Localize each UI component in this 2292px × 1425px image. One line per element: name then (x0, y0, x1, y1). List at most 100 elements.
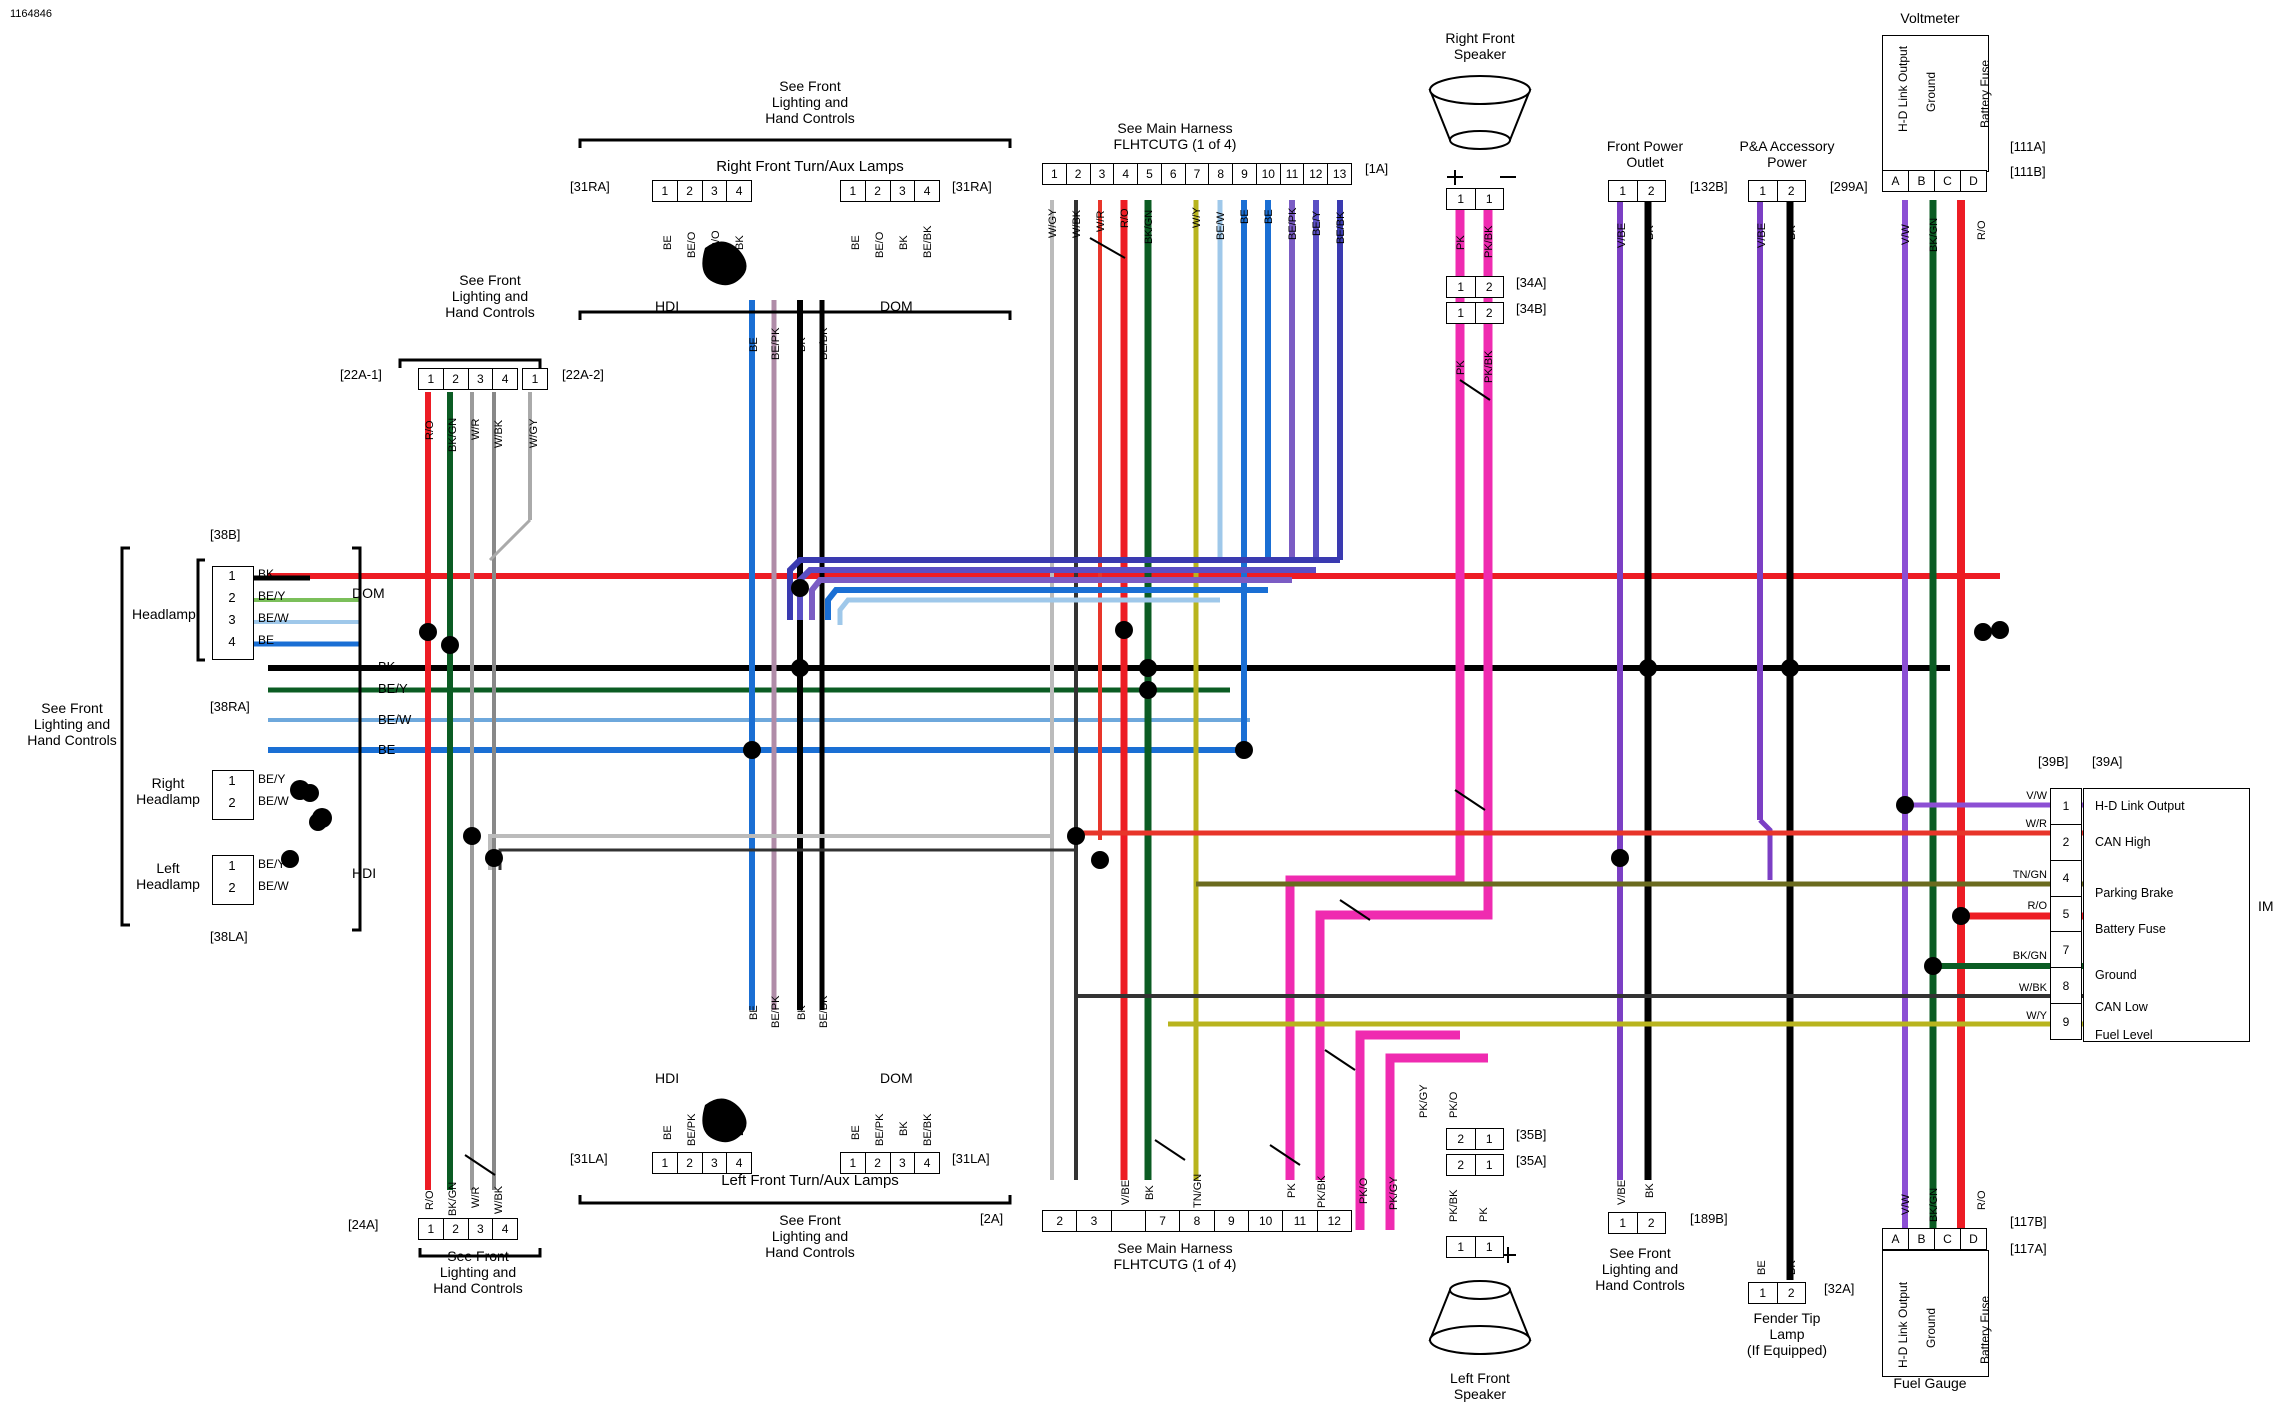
headlamp-pin-2[interactable]: 2 (212, 590, 252, 606)
mh-pin-5[interactable]: 5 (1138, 164, 1162, 184)
mhb-pin-12[interactable]: 12 (1318, 1211, 1351, 1231)
connector-35A-row[interactable]: 2 1 (1446, 1154, 1504, 1176)
mh-pin-8[interactable]: 8 (1209, 164, 1234, 184)
front-power-outlet-bottom-connector[interactable]: 1 2 (1608, 1212, 1666, 1234)
left-turn-hdi-connector[interactable]: 1 2 3 4 (652, 1152, 752, 1174)
mh-pin-1[interactable]: 1 (1043, 164, 1067, 184)
im-pin-8[interactable]: 8 (2051, 968, 2081, 1005)
fpob-pin-2[interactable]: 2 (1638, 1213, 1666, 1233)
im-pin-9[interactable]: 9 (2051, 1004, 2081, 1039)
c24a-pin-1[interactable]: 1 (419, 1219, 444, 1239)
connector-34B-row[interactable]: 1 2 (1446, 302, 1504, 324)
pa-pin-2[interactable]: 2 (1778, 181, 1806, 201)
c35b-pin-2[interactable]: 2 (1447, 1129, 1476, 1149)
c34a-pin-1[interactable]: 1 (1447, 277, 1476, 297)
c22a2-pin-1[interactable]: 1 (523, 369, 547, 389)
ft-pin-1[interactable]: 1 (1749, 1283, 1778, 1303)
front-power-outlet-connector[interactable]: 1 2 (1608, 180, 1666, 202)
speaker-right-pin-row[interactable]: 1 1 (1446, 188, 1504, 210)
mhb-pin-7[interactable]: 7 (1146, 1211, 1181, 1231)
headlamp-pin-4[interactable]: 4 (212, 634, 252, 650)
fpo-pin-1[interactable]: 1 (1609, 181, 1638, 201)
spkr-l-pin-a[interactable]: 1 (1447, 1237, 1476, 1257)
mh-pin-7[interactable]: 7 (1186, 164, 1210, 184)
main-harness-top-connector[interactable]: 1 2 3 4 5 6 7 8 9 10 11 12 13 (1042, 163, 1352, 185)
c34a-pin-2[interactable]: 2 (1476, 277, 1504, 297)
spkr-l-pin-b[interactable]: 1 (1476, 1237, 1504, 1257)
right-headlamp-pin-2[interactable]: 2 (212, 795, 252, 811)
fuel-gauge-pin-row[interactable]: A B C D (1882, 1228, 1987, 1250)
main-harness-bottom-connector[interactable]: 2 3 7 8 9 10 11 12 (1042, 1210, 1352, 1232)
right-headlamp-pin-1[interactable]: 1 (212, 773, 252, 789)
rt-dom-pin-2[interactable]: 2 (866, 181, 891, 201)
left-headlamp-pin-2[interactable]: 2 (212, 880, 252, 896)
connector-24A-row[interactable]: 1 2 3 4 (418, 1218, 518, 1240)
spkr-r-pin-a[interactable]: 1 (1447, 189, 1476, 209)
headlamp-pin-1[interactable]: 1 (212, 568, 252, 584)
left-turn-dom-connector[interactable]: 1 2 3 4 (840, 1152, 940, 1174)
lt-dom-pin-4[interactable]: 4 (915, 1153, 939, 1173)
rt-dom-pin-4[interactable]: 4 (915, 181, 939, 201)
mhb-pin-3[interactable]: 3 (1077, 1211, 1112, 1231)
mh-pin-12[interactable]: 12 (1304, 164, 1329, 184)
mh-pin-9[interactable]: 9 (1233, 164, 1257, 184)
c24a-pin-2[interactable]: 2 (444, 1219, 469, 1239)
lt-dom-pin-3[interactable]: 3 (891, 1153, 916, 1173)
lt-dom-pin-1[interactable]: 1 (841, 1153, 866, 1173)
lt-hdi-pin-2[interactable]: 2 (678, 1153, 703, 1173)
rt-hdi-pin-2[interactable]: 2 (678, 181, 703, 201)
voltmeter-pin-c[interactable]: C (1935, 171, 1961, 191)
lt-dom-pin-2[interactable]: 2 (866, 1153, 891, 1173)
mhb-pin-9[interactable]: 9 (1215, 1211, 1249, 1231)
im-pin-5[interactable]: 5 (2051, 897, 2081, 933)
im-pin-1[interactable]: 1 (2051, 789, 2081, 825)
fpob-pin-1[interactable]: 1 (1609, 1213, 1638, 1233)
mhb-pin-11[interactable]: 11 (1283, 1211, 1318, 1231)
im-pin-column[interactable]: 1 2 4 5 7 8 9 (2050, 788, 2082, 1040)
c34b-pin-1[interactable]: 1 (1447, 303, 1476, 323)
speaker-left-pin-row[interactable]: 1 1 (1446, 1236, 1504, 1258)
connector-35B-row[interactable]: 2 1 (1446, 1128, 1504, 1150)
c22a-pin-2[interactable]: 2 (444, 369, 469, 389)
fuel-gauge-pin-c[interactable]: C (1935, 1229, 1961, 1249)
mh-pin-13[interactable]: 13 (1328, 164, 1351, 184)
c35a-pin-1[interactable]: 1 (1476, 1155, 1504, 1175)
fuel-gauge-pin-d[interactable]: D (1961, 1229, 1986, 1249)
mh-pin-2[interactable]: 2 (1067, 164, 1091, 184)
rt-dom-pin-3[interactable]: 3 (891, 181, 916, 201)
c22a-pin-3[interactable]: 3 (469, 369, 494, 389)
mh-pin-11[interactable]: 11 (1281, 164, 1305, 184)
mh-pin-3[interactable]: 3 (1091, 164, 1115, 184)
right-turn-hdi-connector[interactable]: 1 2 3 4 (652, 180, 752, 202)
rt-dom-pin-1[interactable]: 1 (841, 181, 866, 201)
im-pin-2[interactable]: 2 (2051, 825, 2081, 861)
spkr-r-pin-b[interactable]: 1 (1476, 189, 1504, 209)
fuel-gauge-pin-a[interactable]: A (1883, 1229, 1909, 1249)
headlamp-pin-3[interactable]: 3 (212, 612, 252, 628)
rt-hdi-pin-3[interactable]: 3 (703, 181, 728, 201)
pa-pin-1[interactable]: 1 (1749, 181, 1778, 201)
c22a-pin-4[interactable]: 4 (493, 369, 517, 389)
c35b-pin-1[interactable]: 1 (1476, 1129, 1504, 1149)
voltmeter-pin-b[interactable]: B (1909, 171, 1935, 191)
c24a-pin-4[interactable]: 4 (493, 1219, 517, 1239)
fuel-gauge-pin-b[interactable]: B (1909, 1229, 1935, 1249)
left-headlamp-pin-1[interactable]: 1 (212, 858, 252, 874)
lt-hdi-pin-1[interactable]: 1 (653, 1153, 678, 1173)
mh-pin-10[interactable]: 10 (1257, 164, 1281, 184)
voltmeter-pin-row[interactable]: A B C D (1882, 170, 1987, 192)
mhb-pin-10[interactable]: 10 (1249, 1211, 1284, 1231)
mhb-pin-blank[interactable] (1112, 1211, 1146, 1231)
voltmeter-pin-a[interactable]: A (1883, 171, 1909, 191)
c35a-pin-2[interactable]: 2 (1447, 1155, 1476, 1175)
fpo-pin-2[interactable]: 2 (1638, 181, 1666, 201)
fender-tip-connector[interactable]: 1 2 (1748, 1282, 1806, 1304)
connector-34A-row[interactable]: 1 2 (1446, 276, 1504, 298)
c34b-pin-2[interactable]: 2 (1476, 303, 1504, 323)
mhb-pin-2[interactable]: 2 (1043, 1211, 1078, 1231)
pa-accessory-connector[interactable]: 1 2 (1748, 180, 1806, 202)
c24a-pin-3[interactable]: 3 (469, 1219, 494, 1239)
im-pin-4[interactable]: 4 (2051, 861, 2081, 897)
im-pin-7[interactable]: 7 (2051, 932, 2081, 969)
lt-hdi-pin-4[interactable]: 4 (727, 1153, 751, 1173)
